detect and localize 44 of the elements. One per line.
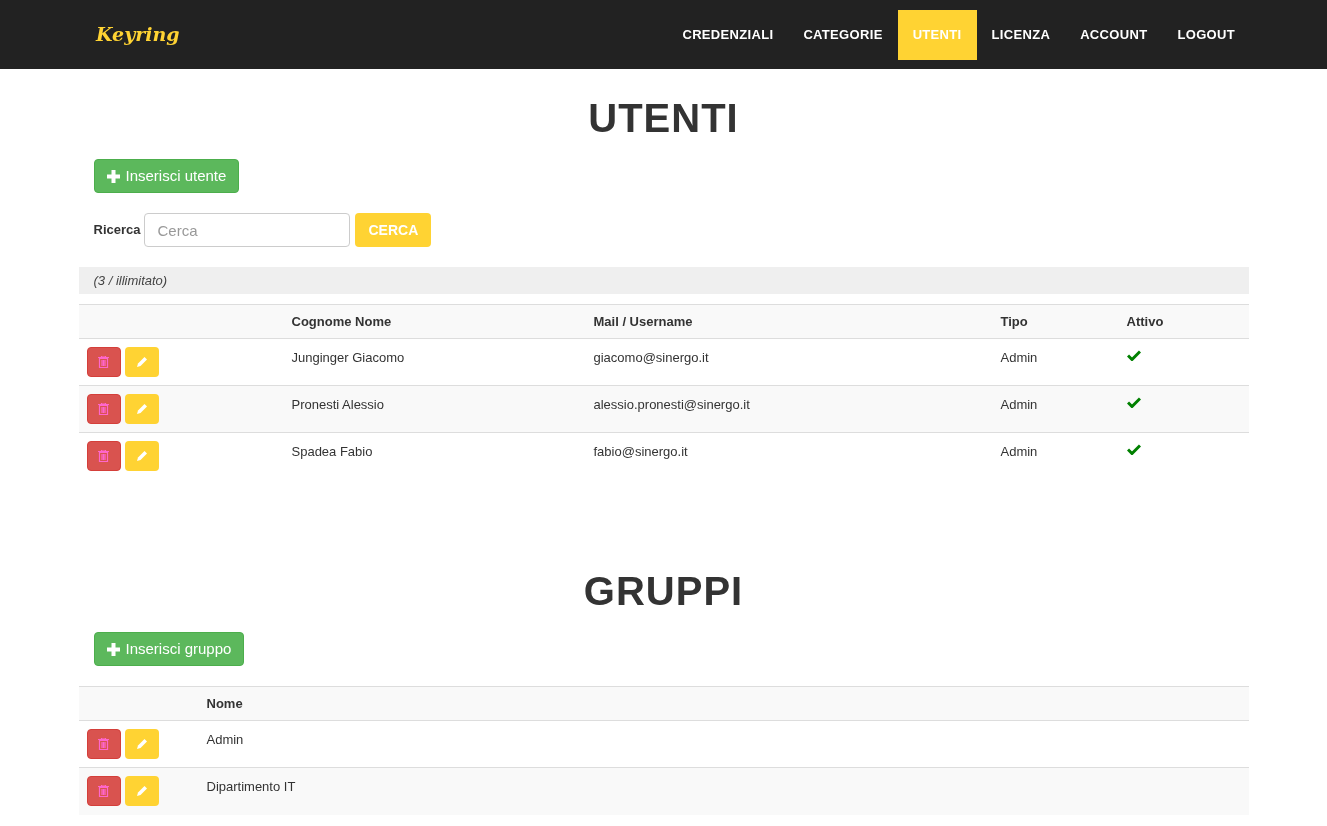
table-cell-text: fabio@sinergo.it xyxy=(592,443,689,461)
pencil-icon xyxy=(135,450,148,462)
table-cell-text: Admin xyxy=(999,443,1039,461)
delete-button[interactable] xyxy=(86,729,121,759)
pencil-icon xyxy=(135,738,148,750)
pencil-icon xyxy=(135,403,148,415)
table-cell-text: Admin xyxy=(205,731,245,749)
search-field[interactable]: Cerca xyxy=(144,213,351,247)
delete-button[interactable] xyxy=(86,347,121,377)
column-header: Attivo xyxy=(1125,312,1165,331)
trash-icon xyxy=(98,450,109,462)
table-cell-text: alessio.pronesti@sinergo.it xyxy=(592,396,751,414)
nav-link[interactable]: LICENZA xyxy=(976,9,1066,60)
nav-link[interactable]: CATEGORIE xyxy=(788,9,898,60)
nav-link[interactable]: CREDENZIALI xyxy=(667,9,789,60)
section-heading: GRUPPI xyxy=(582,568,745,614)
trash-icon xyxy=(98,403,109,415)
pencil-icon xyxy=(135,356,148,368)
column-header: Cognome Nome xyxy=(290,312,393,331)
plus-icon xyxy=(106,169,120,183)
table-cell-text: Admin xyxy=(999,396,1039,414)
page-heading: UTENTI xyxy=(587,95,740,141)
column-header: Mail / Username xyxy=(592,312,694,331)
table-cell-text: Pronesti Alessio xyxy=(290,396,385,414)
column-header: Tipo xyxy=(999,312,1029,331)
delete-button[interactable] xyxy=(86,441,121,471)
pencil-icon xyxy=(135,785,148,797)
trash-icon xyxy=(98,785,109,797)
table-cell-text: Spadea Fabio xyxy=(290,443,374,461)
search-label: Ricerca xyxy=(93,221,141,240)
nav-link[interactable]: ACCOUNT xyxy=(1065,9,1163,60)
trash-icon xyxy=(98,356,109,368)
brand-logo[interactable]: Keyring xyxy=(96,20,180,49)
trash-icon xyxy=(98,738,109,750)
table-cell-text: Admin xyxy=(999,349,1039,367)
delete-button[interactable] xyxy=(86,776,121,806)
results-count: (3 / illimitato) xyxy=(78,267,1249,294)
delete-button[interactable] xyxy=(86,394,121,424)
column-header: Nome xyxy=(205,694,244,713)
table-cell-text: giacomo@sinergo.it xyxy=(592,349,710,367)
table-cell-text: Junginger Giacomo xyxy=(290,349,406,367)
nav-link[interactable]: LOGOUT xyxy=(1162,9,1250,60)
plus-icon xyxy=(106,642,120,656)
table-cell-text: Dipartimento IT xyxy=(205,778,297,796)
